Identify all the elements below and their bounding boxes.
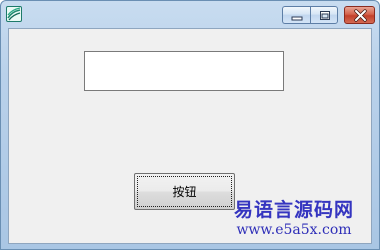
watermark-title: 易语言源码网 — [233, 199, 354, 221]
watermark-url: www.e5a5x.com — [236, 222, 352, 238]
text-input[interactable] — [84, 51, 284, 91]
watermark: 易语言源码网 www.e5a5x.com — [214, 199, 374, 238]
title-bar[interactable] — [1, 1, 379, 27]
close-button[interactable] — [344, 6, 375, 24]
maximize-button[interactable] — [310, 6, 338, 24]
minimize-button[interactable] — [282, 6, 310, 24]
close-icon — [354, 9, 367, 22]
maximize-icon — [320, 11, 330, 20]
app-icon[interactable] — [6, 6, 22, 22]
minimize-icon — [291, 16, 303, 21]
